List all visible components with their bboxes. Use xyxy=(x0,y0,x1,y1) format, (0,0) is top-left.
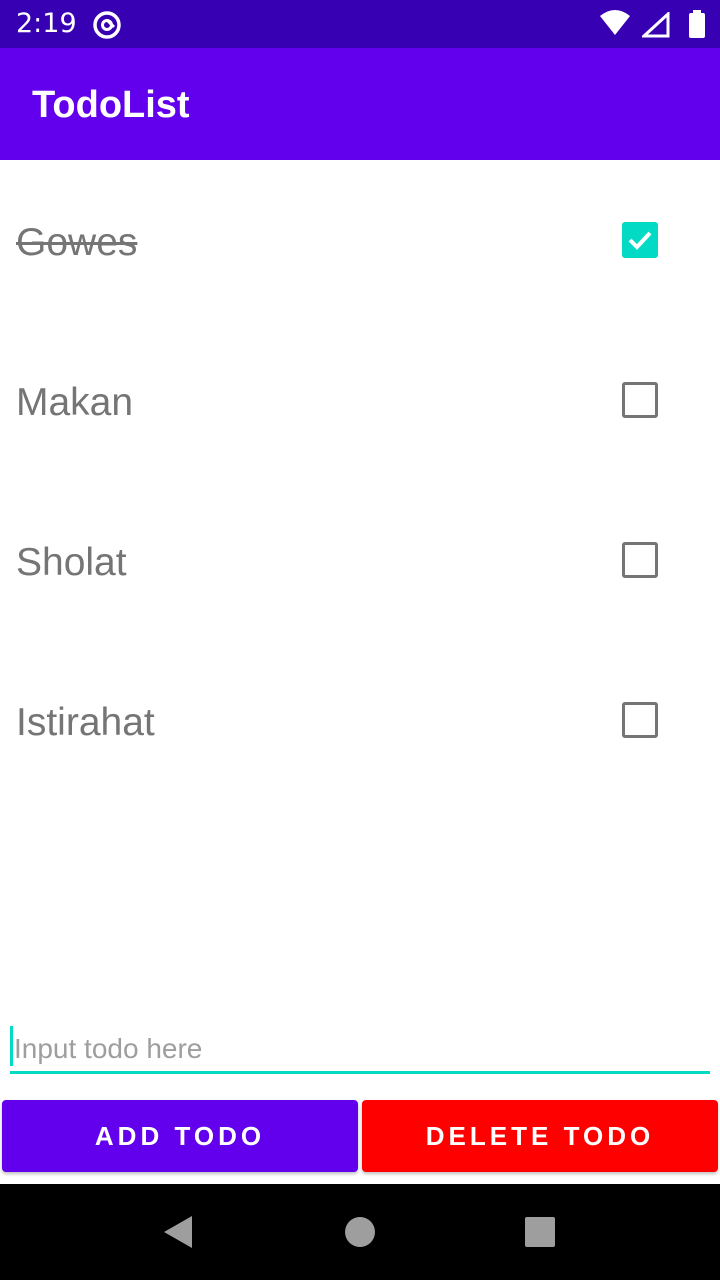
todo-item[interactable]: Istirahat xyxy=(0,640,720,800)
todo-checkbox[interactable] xyxy=(622,222,658,258)
signal-icon xyxy=(642,12,670,38)
add-todo-button[interactable]: ADD TODO xyxy=(2,1100,358,1172)
delete-todo-button[interactable]: DELETE TODO xyxy=(362,1100,718,1172)
recent-square-icon[interactable] xyxy=(525,1217,555,1247)
todo-label: Makan xyxy=(16,381,134,424)
todo-item[interactable]: Sholat xyxy=(0,480,720,640)
app-title: TodoList xyxy=(32,84,190,126)
todo-item[interactable]: Makan xyxy=(0,320,720,480)
navigation-bar xyxy=(0,1184,720,1280)
at-sign-icon xyxy=(93,11,121,39)
todo-input[interactable] xyxy=(10,1022,710,1070)
wifi-icon xyxy=(600,10,630,35)
todo-label: Gowes xyxy=(16,221,138,264)
back-triangle-icon[interactable] xyxy=(162,1214,194,1250)
todo-item[interactable]: Gowes xyxy=(0,160,720,320)
status-time: 2:19 xyxy=(16,8,77,39)
checkmark-icon xyxy=(628,231,652,250)
todo-checkbox[interactable] xyxy=(622,702,658,738)
app-bar: TodoList xyxy=(0,48,720,160)
status-icons xyxy=(586,10,706,38)
todo-label: Istirahat xyxy=(16,701,155,744)
battery-icon xyxy=(689,10,705,38)
todo-checkbox[interactable] xyxy=(622,382,658,418)
todo-label: Sholat xyxy=(16,541,127,584)
status-bar: 2:19 xyxy=(0,0,720,48)
todo-list: Gowes Makan Sholat Istirahat xyxy=(0,160,720,800)
todo-input-field[interactable] xyxy=(10,1022,710,1074)
todo-checkbox[interactable] xyxy=(622,542,658,578)
home-circle-icon[interactable] xyxy=(344,1216,376,1248)
